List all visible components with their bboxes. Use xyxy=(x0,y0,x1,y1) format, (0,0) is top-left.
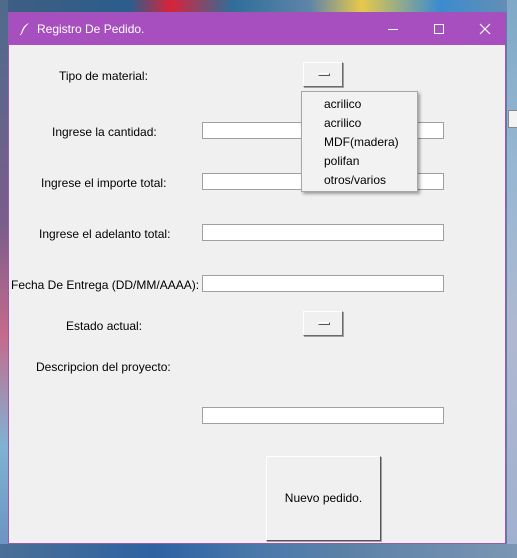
cantidad-label: Ingrese la cantidad: xyxy=(52,125,157,139)
desktop-background-top xyxy=(0,0,517,12)
maximize-icon xyxy=(434,24,444,34)
descripcion-label: Descripcion del proyecto: xyxy=(36,360,171,374)
material-dropdown-menu: acrilico acrilico MDF(madera) polifan ot… xyxy=(301,91,418,192)
menu-item-acrilico-2[interactable]: acrilico xyxy=(302,114,417,133)
window-title: Registro De Pedido. xyxy=(37,22,145,36)
close-icon xyxy=(479,23,491,35)
tipo-material-label: Tipo de material: xyxy=(59,69,148,83)
maximize-button[interactable] xyxy=(416,13,462,45)
background-window-edge xyxy=(508,110,517,128)
optionmenu-indicator-icon xyxy=(318,73,330,76)
fecha-label: Fecha De Entrega (DD/MM/AAAA): xyxy=(11,278,200,292)
estado-optionmenu[interactable] xyxy=(303,311,343,336)
desktop-background-right xyxy=(507,0,517,558)
descripcion-input[interactable] xyxy=(202,407,444,424)
close-button[interactable] xyxy=(462,13,508,45)
registro-window: Registro De Pedido. Tipo de material: In… xyxy=(8,12,506,544)
importe-label: Ingrese el importe total: xyxy=(41,176,167,190)
tipo-material-optionmenu[interactable] xyxy=(303,62,343,87)
menu-item-acrilico[interactable]: acrilico xyxy=(302,95,417,114)
adelanto-input[interactable] xyxy=(202,224,444,241)
fecha-input[interactable] xyxy=(202,275,444,292)
nuevo-pedido-button[interactable]: Nuevo pedido. xyxy=(266,456,381,541)
menu-item-polifan[interactable]: polifan xyxy=(302,152,417,171)
estado-label: Estado actual: xyxy=(66,319,143,333)
minimize-button[interactable] xyxy=(370,13,416,45)
title-bar[interactable]: Registro De Pedido. xyxy=(9,13,505,45)
desktop-background-left xyxy=(0,0,8,558)
feather-icon xyxy=(18,22,32,36)
form-area: Tipo de material: Ingrese la cantidad: I… xyxy=(9,45,505,545)
minimize-icon xyxy=(388,29,398,30)
menu-item-otros[interactable]: otros/varios xyxy=(302,171,417,190)
optionmenu-indicator-icon xyxy=(318,322,330,325)
adelanto-label: Ingrese el adelanto total: xyxy=(39,227,171,241)
desktop-background-bottom xyxy=(0,544,517,558)
menu-item-mdf[interactable]: MDF(madera) xyxy=(302,133,417,152)
